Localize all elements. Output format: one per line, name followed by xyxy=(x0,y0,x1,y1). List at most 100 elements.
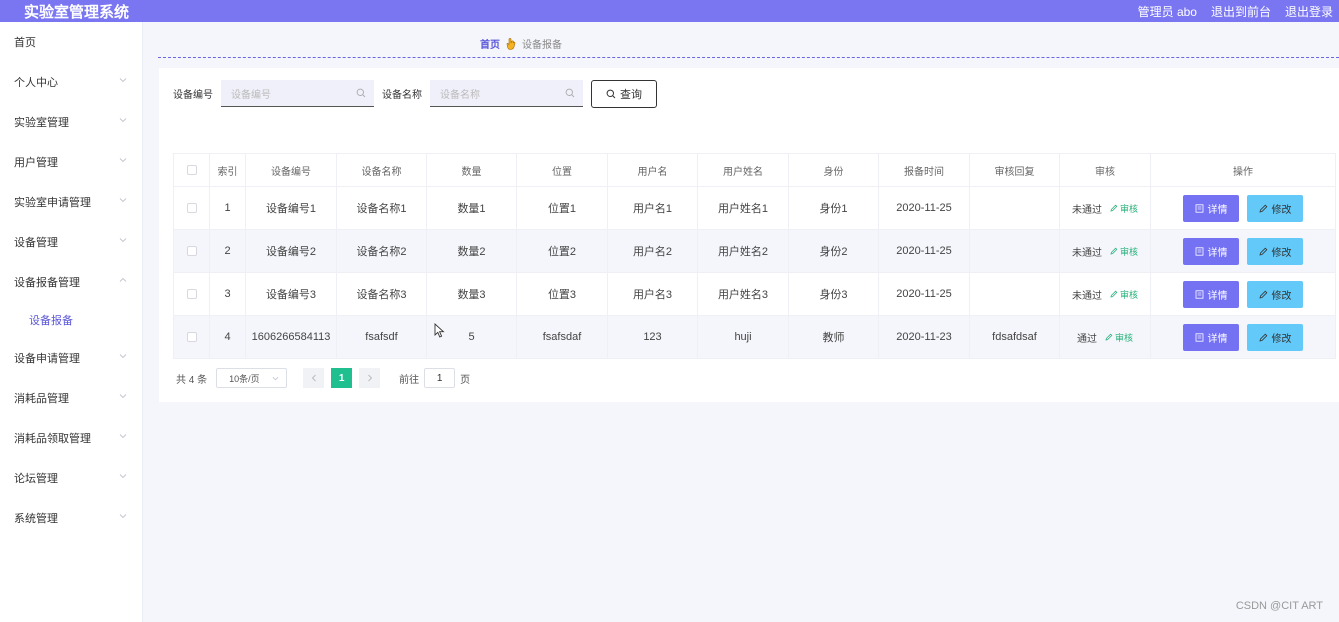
sidebar-item-label: 实验室管理 xyxy=(14,117,69,129)
sidebar-item-lab-management[interactable]: 实验室管理 xyxy=(0,102,142,142)
sidebar-subitem-equipment-report[interactable]: 设备报备 xyxy=(0,302,142,338)
total-count: 共 4 条 xyxy=(176,374,208,386)
table-cell-time: 2020-11-25 xyxy=(878,272,970,316)
select-all-cell[interactable] xyxy=(173,153,210,187)
sidebar-item-user-management[interactable]: 用户管理 xyxy=(0,142,142,182)
sidebar-item-label: 消耗品管理 xyxy=(14,393,69,405)
document-icon xyxy=(1195,246,1203,256)
device-name-input[interactable]: 设备名称 xyxy=(430,80,583,107)
column-header: 审核 xyxy=(1059,153,1151,187)
table-cell-loc: 位置3 xyxy=(516,272,608,316)
chevron-down-icon xyxy=(119,118,127,123)
detail-button[interactable]: 详情 xyxy=(1183,237,1239,265)
watermark: CSDN @CIT ART xyxy=(1235,600,1323,612)
back-to-front-link[interactable]: 退出到前台 xyxy=(1211,3,1271,20)
edit-button[interactable]: 修改 xyxy=(1247,280,1303,308)
table-cell-role: 身份1 xyxy=(788,186,879,230)
audit-link[interactable]: 审核 xyxy=(1110,245,1138,258)
table-cell-name: 设备名称1 xyxy=(336,186,427,230)
audit-link-label: 审核 xyxy=(1119,246,1138,257)
edit-icon xyxy=(1110,290,1118,298)
report-table: 索引 设备编号 设备名称 数量 位置 用户名 用户姓名 身份 报备时间 审核回复… xyxy=(173,153,1336,359)
select-all-checkbox[interactable] xyxy=(186,164,197,175)
sidebar-item-label: 消耗品领取管理 xyxy=(14,433,91,445)
row-checkbox[interactable] xyxy=(186,246,197,257)
sidebar-item-forum[interactable]: 论坛管理 xyxy=(0,458,142,498)
row-select-cell[interactable] xyxy=(173,186,210,230)
table-cell-code: 设备编号3 xyxy=(245,272,337,316)
sidebar-item-home[interactable]: 首页 xyxy=(0,22,142,62)
sidebar-item-equipment-report[interactable]: 设备报备管理 xyxy=(0,262,142,302)
table-cell-realname: 用户姓名1 xyxy=(697,186,789,230)
detail-button-label: 详情 xyxy=(1207,333,1228,345)
sidebar-item-label: 设备管理 xyxy=(14,237,58,249)
audit-cell: 未通过 审核 xyxy=(1059,272,1151,316)
table-cell-role: 教师 xyxy=(788,315,879,359)
sidebar-subitem-label: 设备报备 xyxy=(29,315,73,327)
edit-button[interactable]: 修改 xyxy=(1247,323,1303,351)
operations-cell: 详情 修改 xyxy=(1150,186,1336,230)
sidebar-item-label: 论坛管理 xyxy=(14,473,58,485)
page-size-value: 10条/页 xyxy=(229,373,260,384)
audit-link[interactable]: 审核 xyxy=(1105,331,1133,344)
logout-link[interactable]: 退出登录 xyxy=(1285,3,1333,20)
table-cell-loc: 位置2 xyxy=(516,229,608,273)
sidebar-item-equipment-application[interactable]: 设备申请管理 xyxy=(0,338,142,378)
sidebar-item-personal-center[interactable]: 个人中心 xyxy=(0,62,142,102)
admin-label[interactable]: 管理员 abo xyxy=(1138,3,1197,20)
audit-link-label: 审核 xyxy=(1119,203,1138,214)
column-header: 操作 xyxy=(1150,153,1336,187)
row-select-cell[interactable] xyxy=(173,272,210,316)
document-icon xyxy=(1195,289,1203,299)
detail-button[interactable]: 详情 xyxy=(1183,323,1239,351)
sidebar-item-system[interactable]: 系统管理 xyxy=(0,498,142,538)
table-cell-role: 身份3 xyxy=(788,272,879,316)
edit-button-label: 修改 xyxy=(1271,333,1292,345)
detail-button-label: 详情 xyxy=(1207,290,1228,302)
device-code-input[interactable]: 设备编号 xyxy=(221,80,374,107)
audit-link[interactable]: 审核 xyxy=(1110,288,1138,301)
prev-page-button[interactable] xyxy=(303,368,325,388)
edit-button[interactable]: 修改 xyxy=(1247,194,1303,222)
next-page-button[interactable] xyxy=(359,368,381,388)
audit-status: 未通过 xyxy=(1071,290,1102,302)
table-row: 3 设备编号3 设备名称3 数量3 位置3 用户名3 用户姓名3 身份3 2020-11-25 未… xyxy=(173,272,1336,316)
detail-button-label: 详情 xyxy=(1207,247,1228,259)
chevron-down-icon xyxy=(119,394,127,399)
table-cell-time: 2020-11-23 xyxy=(878,315,970,359)
sidebar-item-lab-application[interactable]: 实验室申请管理 xyxy=(0,182,142,222)
row-select-cell[interactable] xyxy=(173,315,210,359)
device-code-label: 设备编号 xyxy=(173,90,213,101)
row-checkbox[interactable] xyxy=(186,332,197,343)
audit-cell: 通过 审核 xyxy=(1059,315,1151,359)
row-checkbox[interactable] xyxy=(186,289,197,300)
table-cell-realname: huji xyxy=(697,315,789,359)
row-select-cell[interactable] xyxy=(173,229,210,273)
audit-link[interactable]: 审核 xyxy=(1110,202,1138,215)
row-checkbox[interactable] xyxy=(186,203,197,214)
page-number-current[interactable]: 1 xyxy=(331,368,353,388)
edit-button[interactable]: 修改 xyxy=(1247,237,1303,265)
table-cell-reply xyxy=(969,272,1060,316)
page-size-select[interactable]: 10条/页 xyxy=(216,368,288,388)
sidebar-item-consumables[interactable]: 消耗品管理 xyxy=(0,378,142,418)
breadcrumb-home[interactable]: 首页 xyxy=(480,36,500,51)
table-cell-realname: 用户姓名3 xyxy=(697,272,789,316)
column-header: 报备时间 xyxy=(878,153,970,187)
column-header: 用户名 xyxy=(607,153,698,187)
sidebar-item-consumables-claim[interactable]: 消耗品领取管理 xyxy=(0,418,142,458)
goto-page-input[interactable]: 1 xyxy=(424,368,456,388)
audit-status: 未通过 xyxy=(1071,204,1102,216)
detail-button[interactable]: 详情 xyxy=(1183,280,1239,308)
edit-icon xyxy=(1258,204,1267,213)
column-header: 设备名称 xyxy=(336,153,427,187)
sidebar-item-equipment-management[interactable]: 设备管理 xyxy=(0,222,142,262)
detail-button[interactable]: 详情 xyxy=(1183,194,1239,222)
table-cell-user: 123 xyxy=(607,315,698,359)
audit-cell: 未通过 审核 xyxy=(1059,229,1151,273)
hand-icon xyxy=(506,37,516,50)
query-button[interactable]: 查询 xyxy=(591,79,657,108)
edit-icon xyxy=(1110,204,1118,212)
edit-button-label: 修改 xyxy=(1271,247,1292,259)
audit-status: 未通过 xyxy=(1071,247,1102,259)
